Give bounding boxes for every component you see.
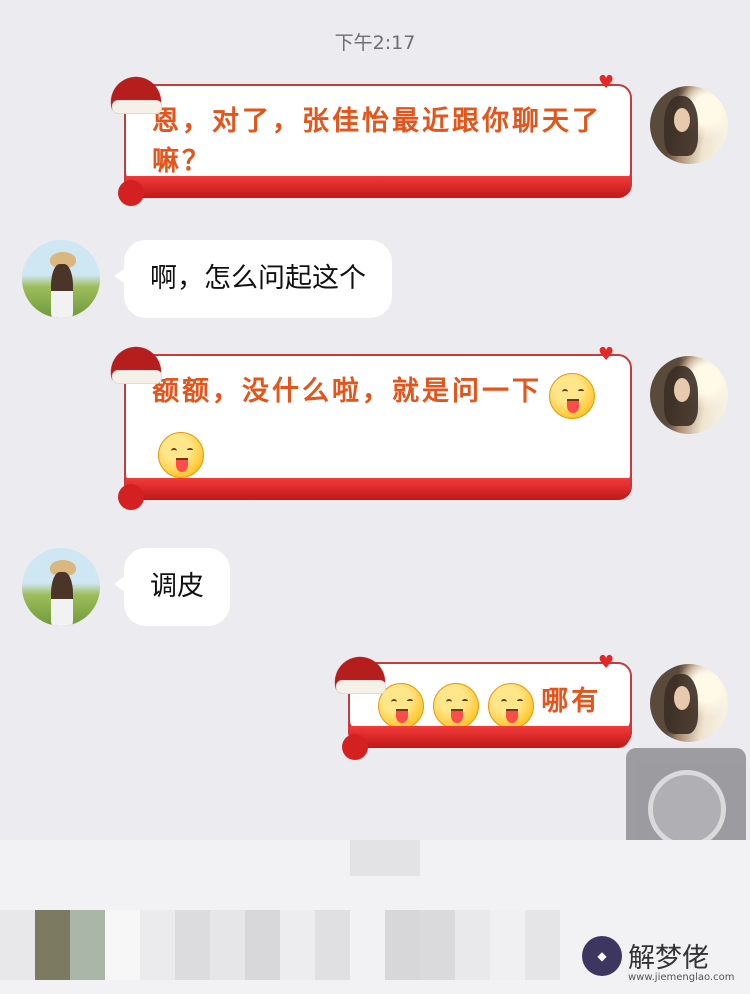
ribbon-decoration — [126, 478, 630, 500]
my-avatar[interactable] — [650, 664, 728, 742]
message-bubble-incoming[interactable]: 啊，怎么问起这个 — [114, 240, 392, 318]
santa-hat-icon — [110, 340, 162, 384]
ribbon-decoration — [126, 176, 630, 198]
message-bubble-outgoing[interactable]: 额额，没什么啦，就是问一下 — [124, 354, 632, 498]
message-bubble-incoming[interactable]: 调皮 — [114, 548, 230, 626]
my-avatar[interactable] — [650, 356, 728, 434]
watermark-url: www.jiemenglao.com — [628, 972, 735, 983]
ribbon-decoration — [350, 726, 630, 748]
tongue-face-emoji-icon — [433, 682, 480, 729]
heart-icon: ♥ — [598, 652, 615, 673]
assistive-touch-icon — [648, 770, 726, 848]
tongue-face-emoji-icon — [549, 372, 596, 419]
heart-icon: ♥ — [598, 72, 615, 93]
ribbon-knot-decoration — [118, 484, 144, 510]
tongue-face-emoji-icon — [158, 432, 204, 478]
watermark-title: 解梦佬 — [628, 943, 709, 974]
friend-avatar[interactable] — [22, 548, 100, 626]
ribbon-knot-decoration — [118, 180, 144, 206]
message-text: 额额，没什么啦，就是问一下 — [152, 376, 542, 407]
watermark-logo: ◆ 解梦佬 www.jiemenglao.com — [582, 934, 748, 990]
message-text-line1: 恩，对了，张佳怡最近跟你聊天了 — [152, 106, 602, 137]
message-timestamp: 下午2:17 — [334, 32, 416, 54]
ribbon-knot-decoration — [342, 734, 368, 760]
santa-hat-icon — [110, 70, 162, 114]
my-avatar[interactable] — [650, 86, 728, 164]
tongue-face-emoji-icon — [488, 682, 535, 729]
wizard-logo-icon: ◆ — [582, 936, 622, 976]
heart-icon: ♥ — [598, 344, 615, 365]
message-text: 哪有 — [541, 686, 602, 717]
friend-avatar[interactable] — [22, 240, 100, 318]
santa-hat-icon — [334, 650, 386, 694]
